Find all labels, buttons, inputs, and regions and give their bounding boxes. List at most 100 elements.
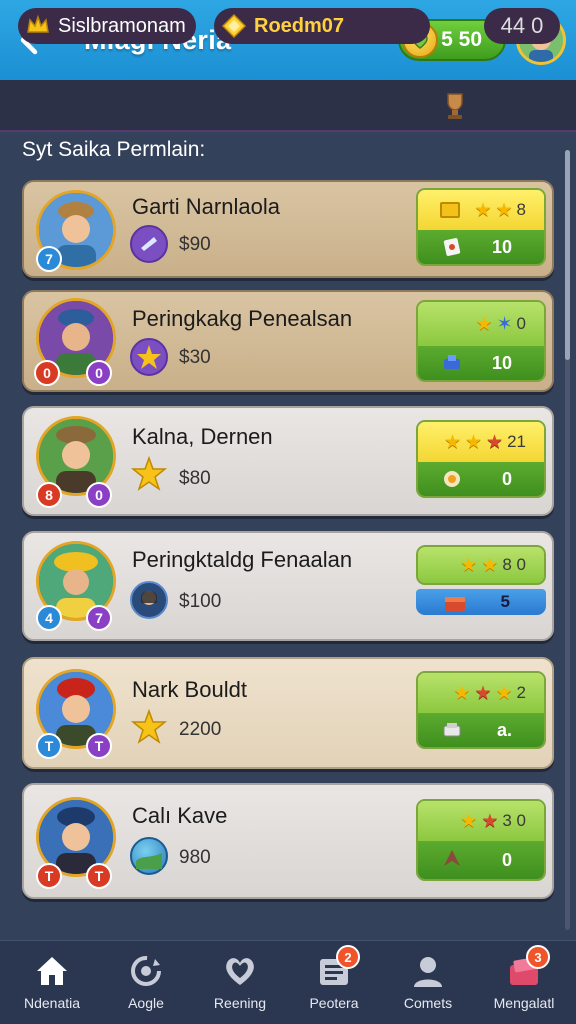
star-icon: ★ bbox=[481, 554, 499, 576]
level-badge: 4 bbox=[36, 605, 62, 631]
price-label: $80 bbox=[179, 468, 211, 489]
price-label: 2200 bbox=[179, 719, 222, 740]
heart-icon bbox=[226, 958, 254, 985]
nav-label: Ndenatia bbox=[23, 995, 81, 1011]
reward-stars: ★ ★ 3 0 bbox=[418, 801, 544, 841]
card-title: Garti Narnlaola bbox=[132, 194, 280, 219]
nav-label: Aogle bbox=[128, 995, 164, 1011]
reward-bottom-value: 0 bbox=[501, 468, 512, 489]
section-title: Syt Saika Permlain: bbox=[22, 138, 206, 161]
notification-badge: 3 bbox=[526, 945, 550, 969]
reward-top-value: 2 bbox=[516, 683, 526, 702]
reward-bottom-value: 10 bbox=[491, 352, 512, 373]
reward-box[interactable]: ★ ★ 3 0 0 bbox=[416, 799, 546, 881]
gem-label: Roedm07 bbox=[254, 14, 345, 37]
home-icon bbox=[37, 957, 67, 985]
price-label: $90 bbox=[179, 234, 211, 255]
nav-label: Comets bbox=[403, 995, 453, 1011]
card-item-icon bbox=[130, 225, 168, 263]
nav-item-mengalatl[interactable]: 3 Mengalatl bbox=[476, 941, 572, 1024]
rank-badge: T bbox=[86, 863, 112, 889]
price-label: $30 bbox=[179, 347, 211, 368]
nav-item-home[interactable]: Ndenatia bbox=[4, 941, 100, 1024]
card-item-icon bbox=[130, 338, 168, 376]
nav-item-comets[interactable]: Comets bbox=[380, 941, 476, 1024]
rank-badge: T bbox=[86, 733, 112, 759]
card-title: Peringkakg Penealsan bbox=[132, 306, 353, 331]
level-badge: 7 bbox=[36, 246, 62, 272]
list-item[interactable]: T T Calı Kave 980 ★ ★ 3 0 0 bbox=[22, 783, 554, 899]
star-icon: ★ bbox=[460, 810, 478, 832]
star-icon: ★ bbox=[453, 682, 471, 704]
star-icon: ★ bbox=[474, 199, 492, 221]
reward-box[interactable]: ★ ★ 8 10 bbox=[416, 188, 546, 266]
reward-stars: ★ ✶ 0 bbox=[418, 302, 544, 346]
reward-stars: ★ ★ 8 bbox=[418, 190, 544, 230]
score-pill[interactable]: 44 0 bbox=[484, 8, 560, 44]
reward-box[interactable]: ★ ★ ★ 21 0 bbox=[416, 420, 546, 498]
card-title: Nark Bouldt bbox=[132, 677, 247, 702]
star-icon: ★ bbox=[464, 431, 483, 453]
level-badge: 0 bbox=[34, 360, 60, 386]
list-item[interactable]: 7 Garti Narnlaola $90 ★ ★ 8 10 bbox=[22, 180, 554, 278]
reward-top-value: 8 bbox=[516, 200, 526, 219]
reward-top-value: 8 0 bbox=[502, 555, 526, 574]
level-badge: T bbox=[36, 863, 62, 889]
reward-bottom: a. bbox=[418, 713, 544, 747]
notification-badge: 2 bbox=[336, 945, 360, 969]
rank-badge: 0 bbox=[86, 360, 112, 386]
gem-pill[interactable]: Roedm07 bbox=[214, 8, 430, 44]
star-icon: ★ bbox=[443, 431, 461, 453]
rank-label: Sislbramonam bbox=[58, 14, 186, 37]
rank-badge: 7 bbox=[86, 605, 112, 631]
trophy-icon[interactable] bbox=[440, 88, 470, 122]
person-icon bbox=[414, 957, 442, 987]
scrollbar-thumb[interactable] bbox=[565, 150, 570, 360]
star-icon: ★ bbox=[475, 313, 493, 335]
flower-icon bbox=[444, 471, 460, 487]
level-badge: 8 bbox=[36, 482, 62, 508]
chest-icon bbox=[440, 202, 460, 218]
reward-stars: ★ ★ 8 0 bbox=[416, 545, 546, 585]
star-icon: ✶ bbox=[496, 313, 513, 335]
price-label: 980 bbox=[179, 847, 211, 868]
reward-bottom: 5 bbox=[416, 589, 546, 615]
leaf-icon bbox=[444, 850, 460, 866]
refresh-icon bbox=[131, 956, 161, 986]
chest-icon bbox=[445, 597, 465, 611]
gear-box-icon bbox=[444, 355, 460, 369]
card-icon bbox=[443, 238, 461, 256]
reward-box[interactable]: ★ ✶ 0 10 bbox=[416, 300, 546, 382]
star-icon: ★ bbox=[474, 682, 492, 704]
nav-label: Reening bbox=[213, 995, 267, 1011]
card-item-icon bbox=[130, 708, 168, 747]
list-item[interactable]: 4 7 Peringktaldg Fenaalan $100 ★ ★ 8 0 5 bbox=[22, 531, 554, 641]
nav-item-reening[interactable]: Reening bbox=[192, 941, 288, 1024]
nav-label: Peotera bbox=[309, 995, 359, 1011]
reward-box[interactable]: ★ ★ 8 0 5 bbox=[416, 545, 546, 615]
star-icon: ★ bbox=[495, 199, 513, 221]
nav-item-aogle[interactable]: Aogle bbox=[98, 941, 194, 1024]
list-item[interactable]: 0 0 Peringkakg Penealsan $30 ★ ✶ 0 10 bbox=[22, 290, 554, 392]
price-label: $100 bbox=[179, 591, 222, 612]
reward-bottom-value: 10 bbox=[491, 236, 512, 257]
reward-bottom: 0 bbox=[418, 462, 544, 496]
star-icon: ★ bbox=[460, 554, 478, 576]
nav-label: Mengalatl bbox=[493, 995, 555, 1011]
reward-box[interactable]: ★ ★ ★ 2 a. bbox=[416, 671, 546, 749]
reward-bottom: 10 bbox=[418, 230, 544, 264]
card-title: Calı Kave bbox=[132, 803, 228, 828]
rank-pill[interactable]: Sislbramonam bbox=[18, 8, 196, 44]
reward-stars: ★ ★ ★ 2 bbox=[418, 673, 544, 713]
box-icon bbox=[443, 723, 461, 737]
score-label: 44 0 bbox=[500, 13, 544, 38]
star-icon: ★ bbox=[486, 431, 504, 453]
rank-badge: 0 bbox=[86, 482, 112, 508]
list-item[interactable]: T T Nark Bouldt 2200 ★ ★ ★ 2 a. bbox=[22, 657, 554, 769]
nav-item-peotera[interactable]: 2 Peotera bbox=[286, 941, 382, 1024]
reward-bottom: 0 bbox=[418, 841, 544, 879]
list-item[interactable]: 8 0 Kalna, Dernen $80 ★ ★ ★ 21 0 bbox=[22, 406, 554, 516]
card-title: Peringktaldg Fenaalan bbox=[132, 547, 353, 572]
crown-icon bbox=[27, 14, 49, 33]
card-title: Kalna, Dernen bbox=[132, 424, 273, 449]
